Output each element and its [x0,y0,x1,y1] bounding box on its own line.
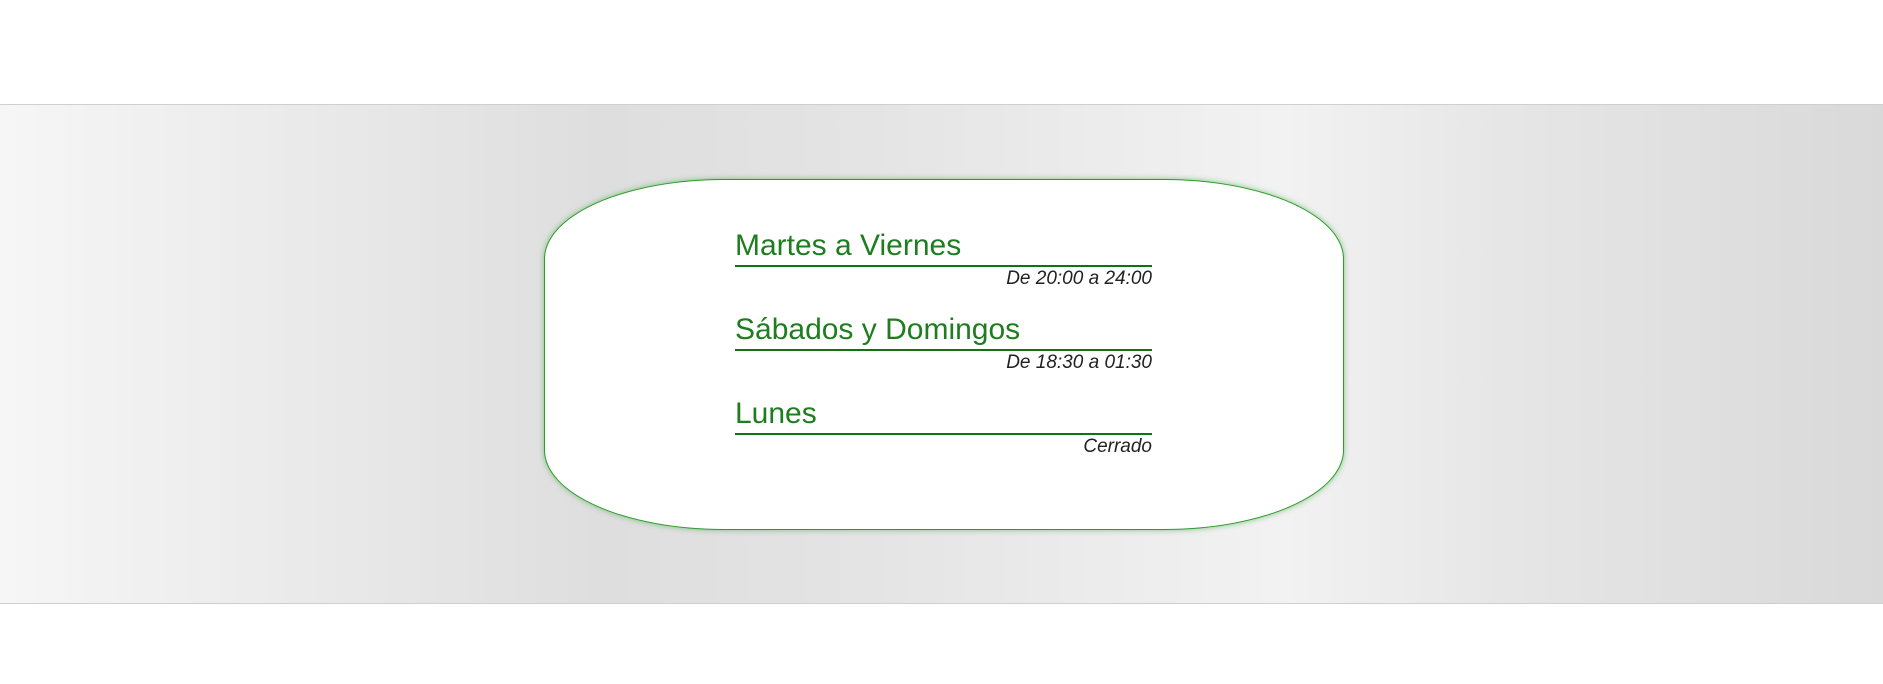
schedule-day-label: Martes a Viernes [735,228,1152,267]
schedule-hours-value: De 20:00 a 24:00 [1006,268,1152,289]
schedule-day-label: Sábados y Domingos [735,312,1152,351]
opening-hours-list: Martes a Viernes De 20:00 a 24:00 Sábado… [735,228,1152,480]
schedule-hours-value: De 18:30 a 01:30 [1006,352,1152,373]
schedule-entry-weekdays: Martes a Viernes De 20:00 a 24:00 [735,228,1152,291]
schedule-hours-value: Cerrado [1083,436,1152,457]
schedule-day-label: Lunes [735,396,1152,435]
schedule-entry-weekend: Sábados y Domingos De 18:30 a 01:30 [735,312,1152,375]
schedule-entry-monday: Lunes Cerrado [735,396,1152,459]
